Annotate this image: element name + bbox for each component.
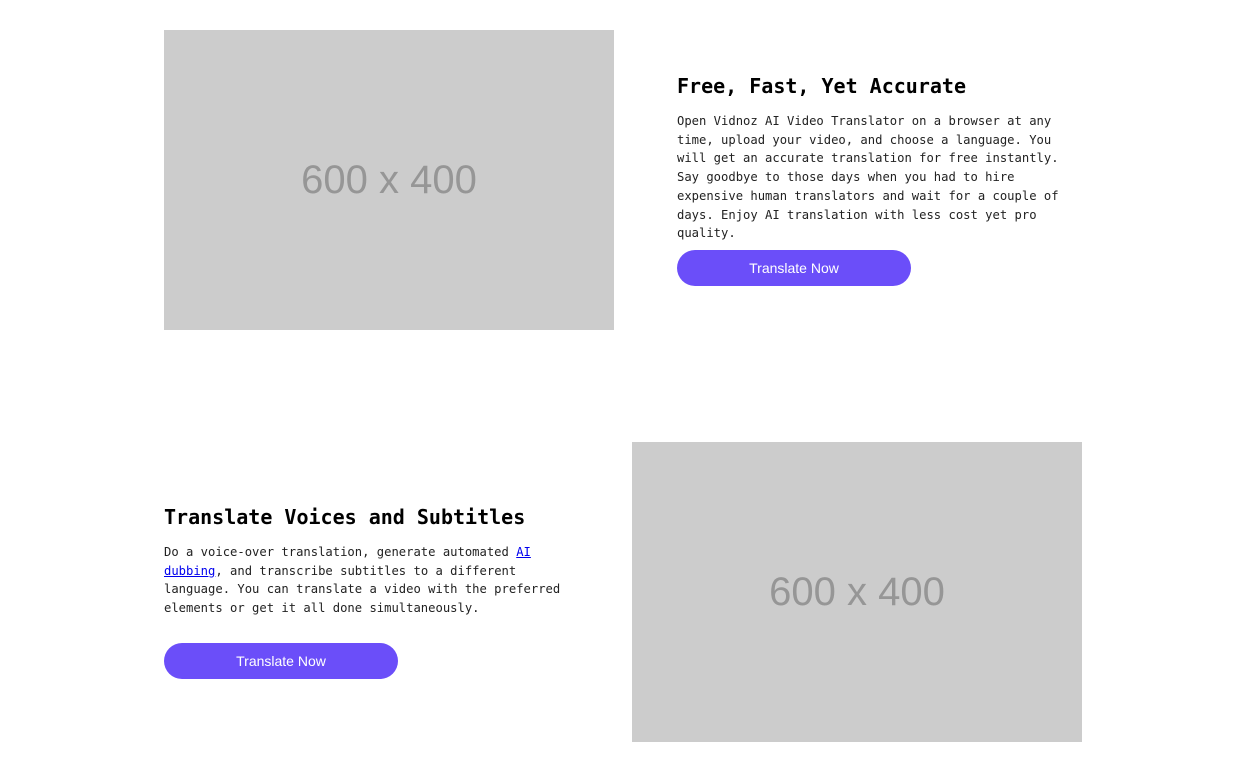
- placeholder-dimensions-label: 600 x 400: [301, 157, 477, 202]
- feature-section-free-fast: 600 x 400 Free, Fast, Yet Accurate Open …: [0, 30, 1241, 330]
- feature-heading: Free, Fast, Yet Accurate: [677, 74, 966, 98]
- feature-description: Open Vidnoz AI Video Translator on a bro…: [677, 114, 1059, 241]
- feature-heading: Translate Voices and Subtitles: [164, 505, 526, 529]
- description-text-before-link: Do a voice-over translation, generate au…: [164, 545, 517, 559]
- description-text-after-link: , and transcribe subtitles to a differen…: [164, 563, 561, 616]
- feature-image-placeholder: 600 x 400: [164, 30, 614, 330]
- translate-now-button[interactable]: Translate Now: [677, 250, 911, 286]
- placeholder-dimensions-label: 600 x 400: [769, 569, 945, 614]
- feature-section-voices-subtitles: Translate Voices and Subtitles Do a voic…: [0, 442, 1241, 742]
- feature-description: Do a voice-over translation, generate au…: [164, 543, 564, 618]
- translate-now-button[interactable]: Translate Now: [164, 643, 398, 679]
- feature-text-block: Free, Fast, Yet Accurate Open Vidnoz AI …: [677, 73, 1087, 243]
- feature-text-block: Translate Voices and Subtitles Do a voic…: [164, 504, 564, 618]
- feature-image-placeholder: 600 x 400: [632, 442, 1082, 742]
